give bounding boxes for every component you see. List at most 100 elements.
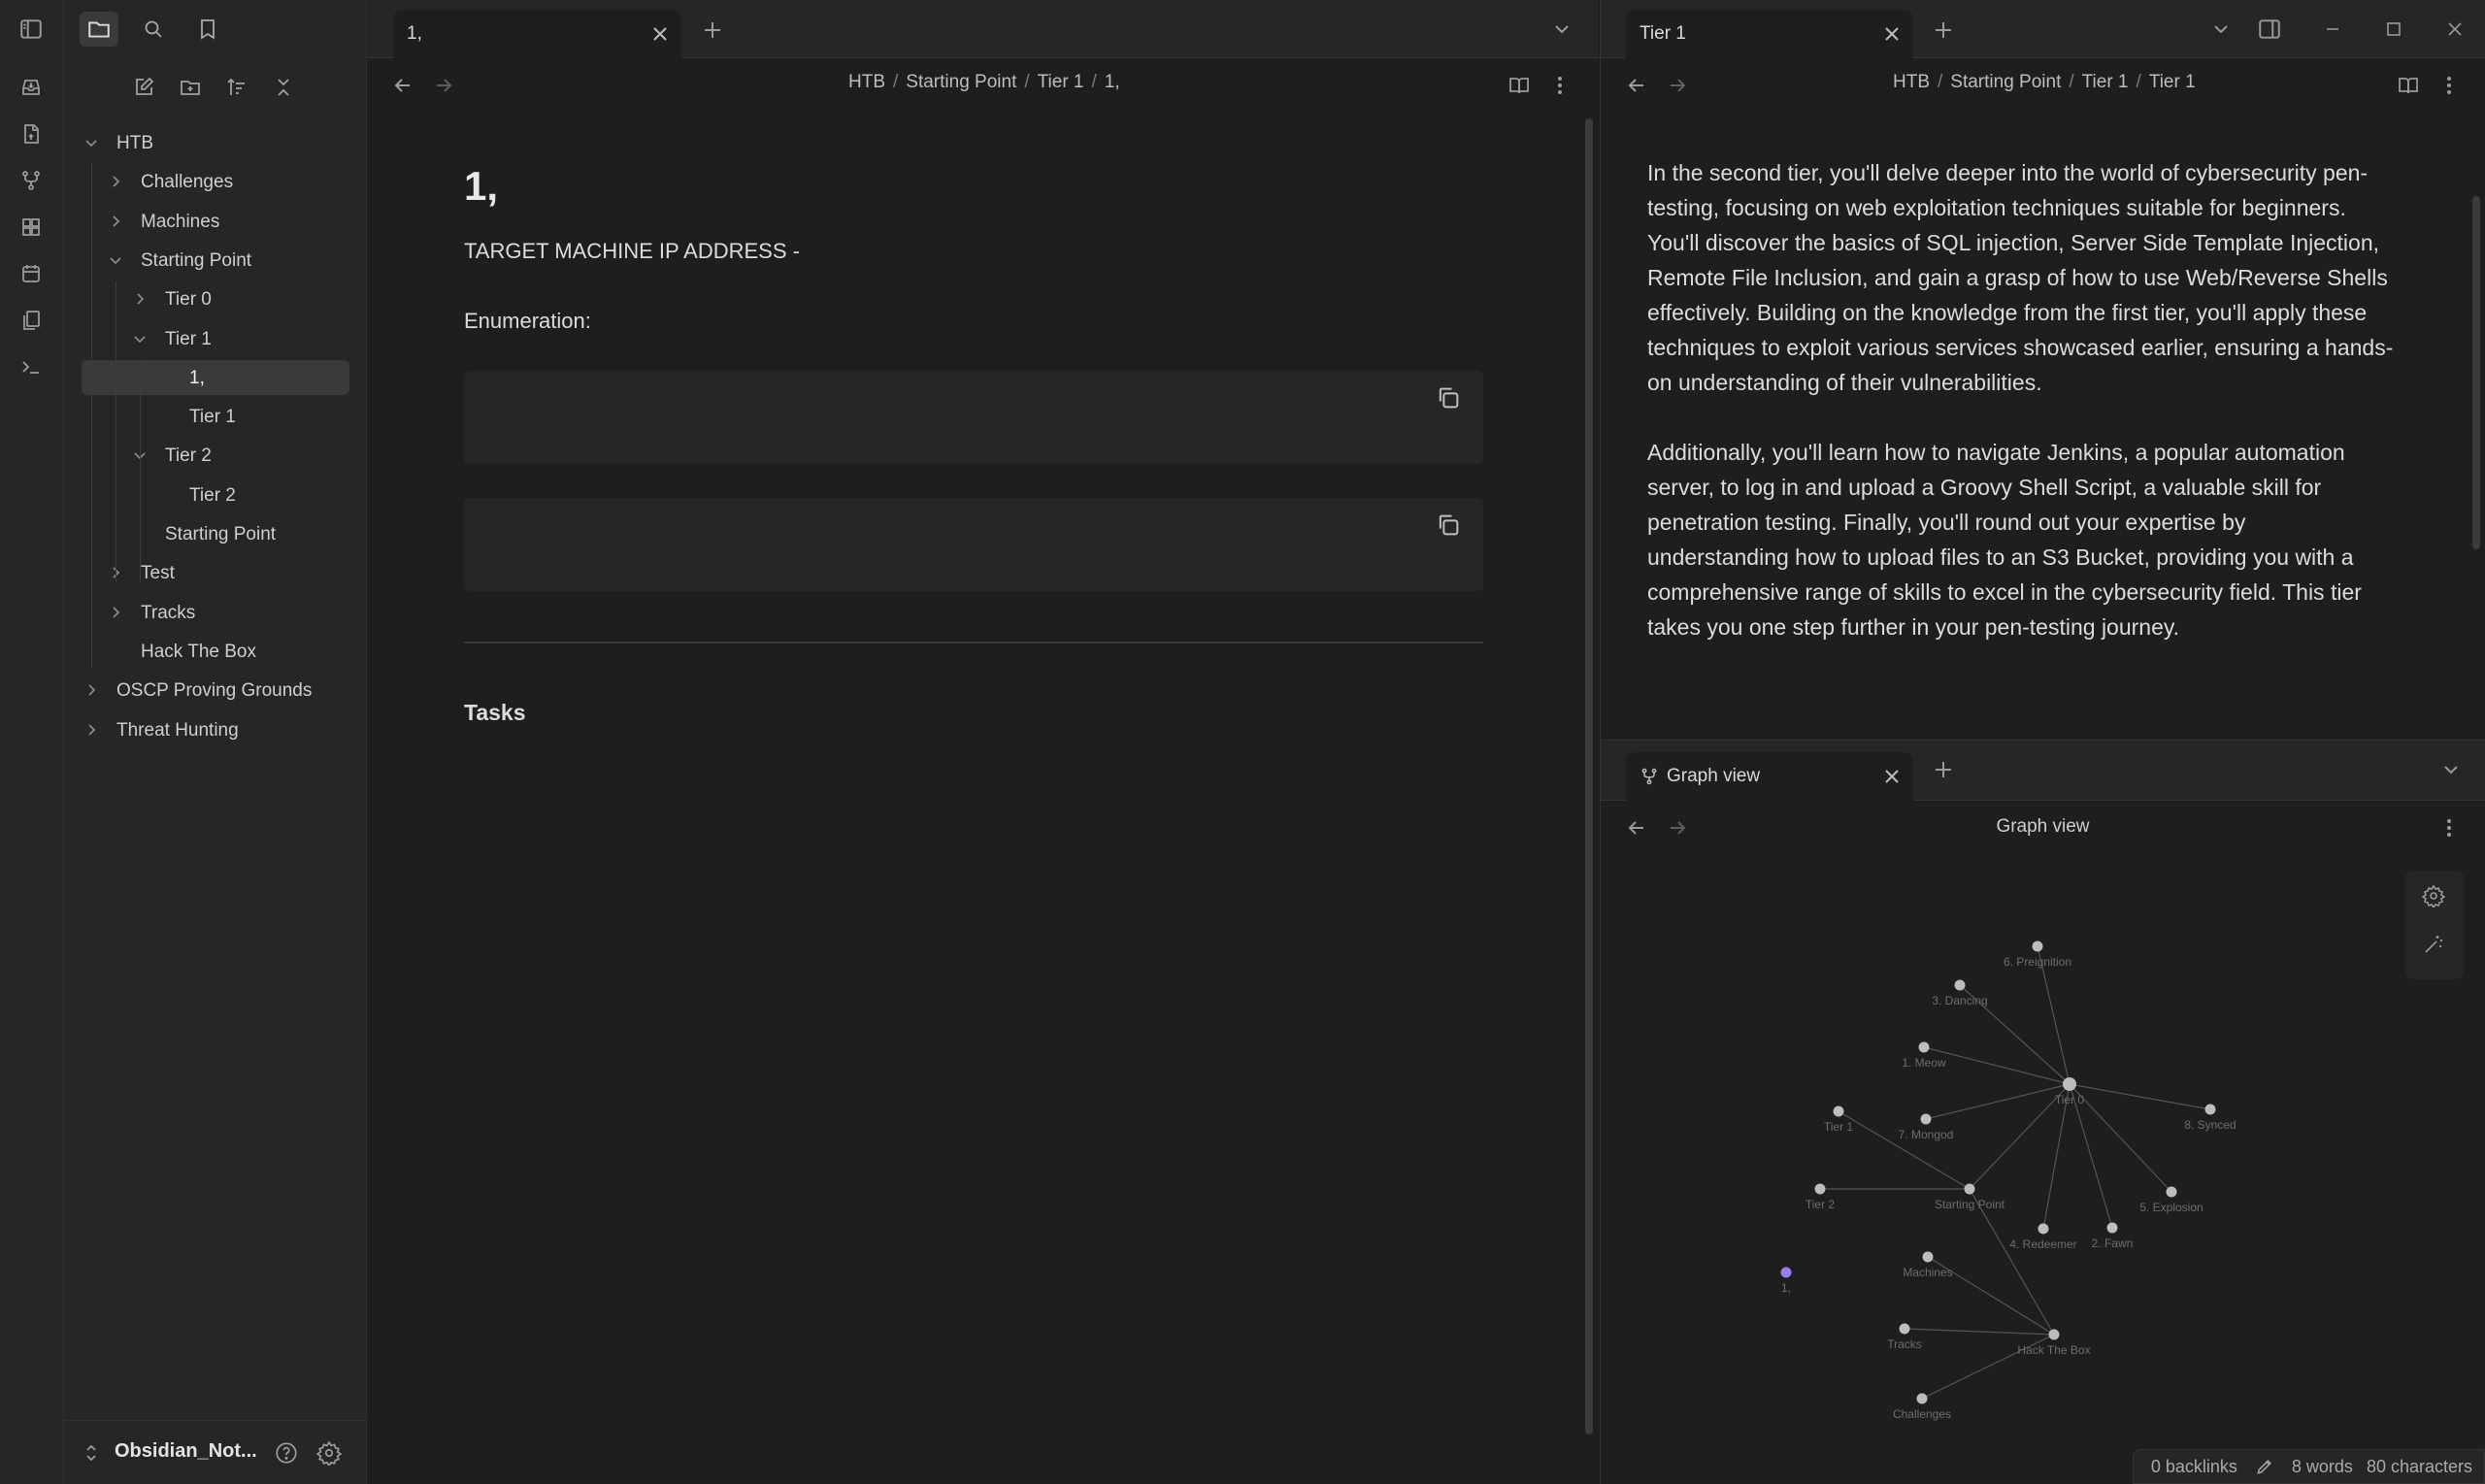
breadcrumb-item[interactable]: Tier 1 (2082, 72, 2129, 92)
breadcrumb-item[interactable]: Starting Point (906, 72, 1016, 92)
chevron-down-icon[interactable] (132, 331, 148, 346)
tasks-heading[interactable]: Tasks (464, 700, 526, 726)
graph-canvas[interactable]: 6. Preignition 3. Dancing 1. Meow Tier 0 8. … (1601, 857, 2474, 1478)
tree-item[interactable]: Tier 0 (64, 281, 355, 316)
tree-item[interactable]: Starting Point (64, 516, 355, 551)
chevron-right-icon[interactable] (83, 722, 99, 738)
help-icon[interactable] (274, 1440, 299, 1466)
tab-list-chevron-icon[interactable] (2437, 756, 2465, 783)
vault-name[interactable]: Obsidian_Not... (115, 1440, 257, 1463)
chevron-right-icon[interactable] (83, 682, 99, 698)
file-upload-icon[interactable] (14, 116, 49, 151)
new-folder-icon[interactable] (173, 70, 208, 105)
settings-gear-icon[interactable] (316, 1440, 342, 1466)
tree-item[interactable]: Challenges (64, 164, 355, 199)
calendar-icon[interactable] (14, 256, 49, 291)
graph-node[interactable]: Challenges (1893, 1393, 1951, 1422)
more-options-icon[interactable] (1546, 72, 1574, 99)
breadcrumb-item[interactable]: Tier 1 (1038, 72, 1084, 92)
tree-item[interactable]: Tier 2 (64, 478, 355, 512)
vault-switcher-icon[interactable] (83, 1443, 99, 1463)
breadcrumb-item[interactable]: HTB (1893, 72, 1930, 92)
breadcrumb-current[interactable]: Tier 1 (2149, 72, 2196, 92)
graph-node[interactable]: Tracks (1887, 1323, 1922, 1352)
reading-view-book-icon[interactable] (1506, 72, 1533, 99)
tree-item[interactable]: Tier 1 (64, 399, 355, 434)
graph-node[interactable]: 2. Fawn (2092, 1222, 2134, 1251)
tree-item[interactable]: Tracks (64, 595, 355, 630)
more-options-icon[interactable] (2435, 72, 2463, 99)
chevron-right-icon[interactable] (108, 605, 123, 620)
code-block[interactable] (464, 371, 1483, 464)
ip-address-line[interactable]: TARGET MACHINE IP ADDRESS - (464, 239, 800, 264)
sidebar-toggle-icon[interactable] (14, 12, 49, 47)
breadcrumb-item[interactable]: HTB (848, 72, 885, 92)
inbox-icon[interactable] (14, 70, 49, 105)
sort-icon[interactable] (219, 70, 254, 105)
git-branch-icon[interactable] (14, 163, 49, 198)
tree-item[interactable]: HTB (64, 125, 355, 160)
search-icon[interactable] (134, 12, 173, 47)
folder-icon[interactable] (80, 12, 118, 47)
tree-item[interactable]: Tier 2 (64, 438, 355, 473)
tree-item[interactable]: Starting Point (64, 243, 355, 278)
maximize-icon[interactable] (2380, 16, 2407, 43)
tab-note-1[interactable]: 1, (393, 10, 681, 58)
window-close-icon[interactable] (2441, 16, 2468, 43)
scrollbar[interactable] (1585, 118, 1593, 1435)
dashboard-icon[interactable] (14, 210, 49, 245)
tab-note-tier-1[interactable]: Tier 1 (1626, 10, 1913, 58)
scrollbar[interactable] (2472, 196, 2480, 549)
edit-pencil-icon[interactable] (2255, 1457, 2274, 1476)
graph-node[interactable]: 6. Preignition (2004, 940, 2071, 970)
graph-node[interactable]: 1. Meow (1902, 1041, 1946, 1071)
note-paragraph[interactable]: Additionally, you'll learn how to naviga… (1647, 435, 2362, 644)
graph-node[interactable]: 5. Explosion (2139, 1186, 2203, 1215)
graph-node[interactable]: Tier 1 (1824, 1105, 1854, 1135)
graph-node[interactable]: Machines (1903, 1251, 1953, 1280)
minimize-icon[interactable] (2319, 16, 2346, 43)
breadcrumb-current[interactable]: 1, (1105, 72, 1120, 92)
forward-arrow-icon[interactable] (1664, 72, 1691, 99)
tree-item[interactable]: Machines (64, 204, 355, 239)
back-arrow-icon[interactable] (389, 72, 416, 99)
chevron-right-icon[interactable] (108, 174, 123, 189)
graph-node[interactable]: 8. Synced (2184, 1104, 2236, 1133)
reading-view-book-icon[interactable] (2395, 72, 2422, 99)
copy-icon[interactable] (1435, 511, 1464, 541)
enumeration-label[interactable]: Enumeration: (464, 309, 591, 334)
tree-item[interactable]: Tier 1 (64, 321, 355, 356)
copy-pages-icon[interactable] (14, 303, 49, 338)
tree-item[interactable]: Test (64, 555, 355, 590)
new-note-icon[interactable] (126, 70, 161, 105)
chevron-down-icon[interactable] (108, 252, 123, 268)
collapse-all-icon[interactable] (266, 70, 301, 105)
tree-item[interactable]: Hack The Box (64, 634, 355, 669)
tab-list-chevron-icon[interactable] (1548, 16, 1575, 43)
code-block[interactable] (464, 498, 1483, 591)
back-arrow-icon[interactable] (1623, 72, 1650, 99)
bookmark-icon[interactable] (188, 12, 227, 47)
tab-graph-view[interactable]: Graph view (1626, 752, 1913, 801)
backlinks-count[interactable]: 0 backlinks (2151, 1457, 2237, 1477)
graph-node[interactable]: 4. Redeemer (2009, 1223, 2077, 1252)
tab-list-chevron-icon[interactable] (2207, 16, 2235, 43)
graph-node[interactable]: 3. Dancing (1932, 979, 1988, 1008)
tree-item[interactable]: Threat Hunting (64, 712, 355, 747)
chevron-right-icon[interactable] (108, 214, 123, 229)
new-tab-icon[interactable] (1930, 756, 1957, 783)
forward-arrow-icon[interactable] (430, 72, 457, 99)
breadcrumb-item[interactable]: Starting Point (1950, 72, 2061, 92)
graph-node[interactable]: 1, (1780, 1267, 1792, 1296)
graph-node[interactable]: Tier 2 (1806, 1183, 1836, 1212)
note-paragraph[interactable]: In the second tier, you'll delve deeper … (1647, 155, 2393, 400)
more-options-icon[interactable] (2435, 814, 2463, 841)
chevron-right-icon[interactable] (132, 291, 148, 307)
tree-item[interactable]: 1, (82, 360, 349, 395)
copy-icon[interactable] (1435, 384, 1464, 413)
graph-node[interactable]: Starting Point (1935, 1183, 2005, 1212)
close-icon[interactable] (1882, 24, 1902, 44)
close-icon[interactable] (650, 24, 670, 44)
note-title[interactable]: 1, (464, 163, 498, 210)
graph-node[interactable]: 7. Mongod (1899, 1113, 1954, 1142)
